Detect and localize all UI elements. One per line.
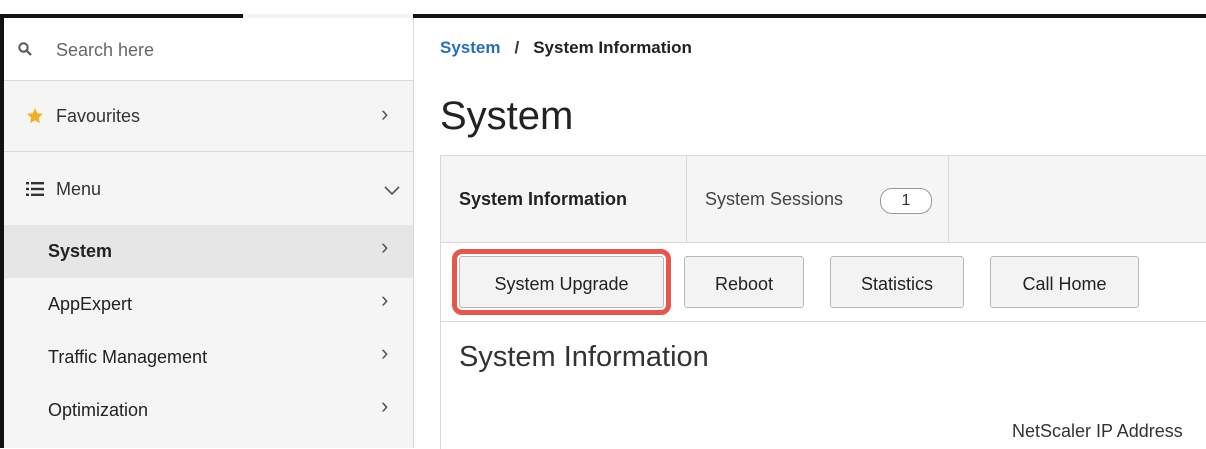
tab-system-information[interactable]: System Information xyxy=(441,156,687,242)
chevron-right-icon: › xyxy=(381,393,389,418)
breadcrumb-separator: / xyxy=(514,38,520,57)
menu-label: Menu xyxy=(56,179,102,199)
sidebar-menu-header[interactable]: Menu xyxy=(4,152,413,224)
tab-label: System Information xyxy=(459,189,628,209)
chevron-right-icon[interactable]: › xyxy=(381,101,388,127)
search-input[interactable]: Search here xyxy=(56,40,154,61)
count-badge: 1 xyxy=(880,188,932,214)
main-content: System / System Information System System … xyxy=(414,18,1206,449)
chevron-right-icon: › xyxy=(381,340,389,365)
sidebar-item-system[interactable]: System › xyxy=(4,225,413,278)
content-panel: System Information System Sessions 1 Sys… xyxy=(440,155,1206,449)
call-home-button[interactable]: Call Home xyxy=(990,256,1139,308)
chevron-down-icon[interactable] xyxy=(384,186,400,196)
chevron-right-icon: › xyxy=(381,234,389,259)
page-title: System xyxy=(440,94,574,138)
sidebar-item-label: Traffic Management xyxy=(48,347,208,367)
section-title: System Information xyxy=(459,341,709,373)
chevron-right-icon: › xyxy=(381,287,389,312)
list-icon xyxy=(26,182,44,196)
action-toolbar: System Upgrade Reboot Statistics Call Ho… xyxy=(441,243,1206,322)
sidebar-item-optimization[interactable]: Optimization › xyxy=(4,384,413,437)
window-frame-top xyxy=(0,0,1206,18)
sidebar-item-label: System xyxy=(48,241,113,261)
search-icon xyxy=(18,42,32,56)
sidebar-favourites[interactable]: Favourites › xyxy=(4,81,413,152)
statistics-button[interactable]: Statistics xyxy=(830,256,964,308)
tab-bar: System Information System Sessions 1 xyxy=(441,156,1206,243)
breadcrumb: System / System Information xyxy=(440,38,692,58)
sidebar-item-traffic-management[interactable]: Traffic Management › xyxy=(4,331,413,384)
sidebar-item-label: AppExpert xyxy=(48,294,133,314)
breadcrumb-current: System Information xyxy=(533,38,692,57)
tab-label: System Sessions xyxy=(705,189,844,209)
sidebar-item-appexpert[interactable]: AppExpert › xyxy=(4,278,413,331)
breadcrumb-root-link[interactable]: System xyxy=(440,38,500,57)
system-upgrade-button[interactable]: System Upgrade xyxy=(452,249,671,315)
sidebar: Search here Favourites › Menu System › A… xyxy=(4,18,414,448)
search-box[interactable]: Search here xyxy=(4,18,413,81)
netscaler-ip-label: NetScaler IP Address xyxy=(1012,421,1183,441)
favourites-label: Favourites xyxy=(56,106,141,126)
reboot-button[interactable]: Reboot xyxy=(684,256,804,308)
tab-system-sessions[interactable]: System Sessions 1 xyxy=(687,156,949,242)
sidebar-item-label: Optimization xyxy=(48,400,149,420)
star-icon xyxy=(27,108,43,124)
